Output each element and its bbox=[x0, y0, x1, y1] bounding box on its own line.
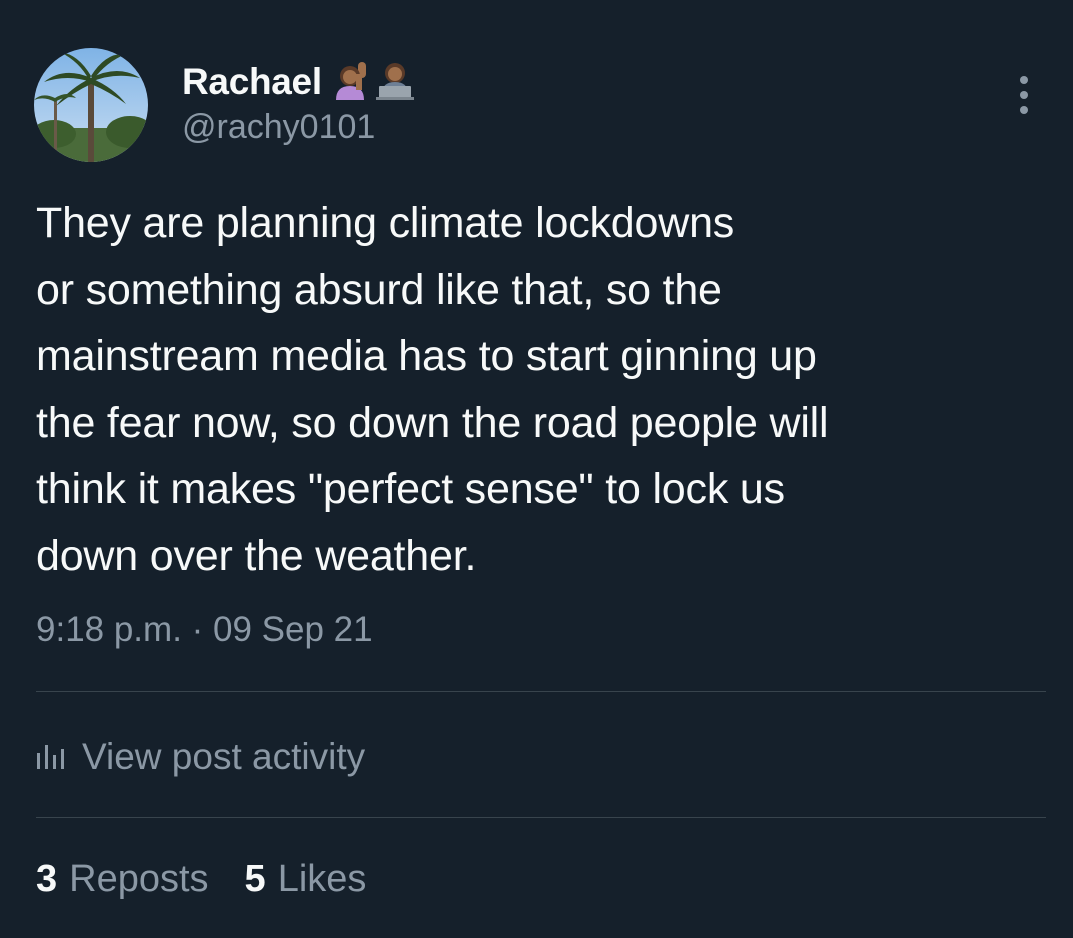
more-dots-icon bbox=[1020, 76, 1028, 84]
author-name-row: Rachael bbox=[182, 58, 414, 106]
reposts-count: 3 bbox=[36, 858, 58, 900]
more-dot bbox=[1020, 91, 1028, 99]
divider bbox=[36, 817, 1046, 818]
tweet-text: They are planning climate lockdowns or s… bbox=[36, 199, 829, 580]
author-handle[interactable]: @rachy0101 bbox=[182, 108, 375, 147]
likes-label: Likes bbox=[277, 858, 367, 900]
woman-raising-hand-emoji-icon bbox=[334, 60, 370, 105]
palm-tree-avatar-icon bbox=[34, 48, 148, 162]
divider bbox=[36, 691, 1046, 692]
likes-stat[interactable]: 5 Likes bbox=[245, 858, 367, 901]
reposts-label: Reposts bbox=[69, 858, 209, 900]
tweet-timestamp[interactable]: 9:18 p.m. · 09 Sep 21 bbox=[36, 610, 373, 650]
reposts-stat[interactable]: 3 Reposts bbox=[36, 858, 209, 901]
avatar[interactable] bbox=[34, 48, 148, 162]
engagement-stats: 3 Reposts 5 Likes bbox=[36, 858, 402, 901]
analytics-bar-icon bbox=[36, 736, 66, 778]
display-name[interactable]: Rachael bbox=[182, 61, 322, 103]
likes-count: 5 bbox=[244, 858, 266, 900]
more-dot bbox=[1020, 106, 1028, 114]
woman-technologist-emoji-icon bbox=[375, 60, 414, 105]
view-post-activity-link[interactable]: View post activity bbox=[36, 732, 365, 782]
view-post-activity-label: View post activity bbox=[82, 736, 366, 777]
more-options-button[interactable] bbox=[1004, 72, 1044, 118]
